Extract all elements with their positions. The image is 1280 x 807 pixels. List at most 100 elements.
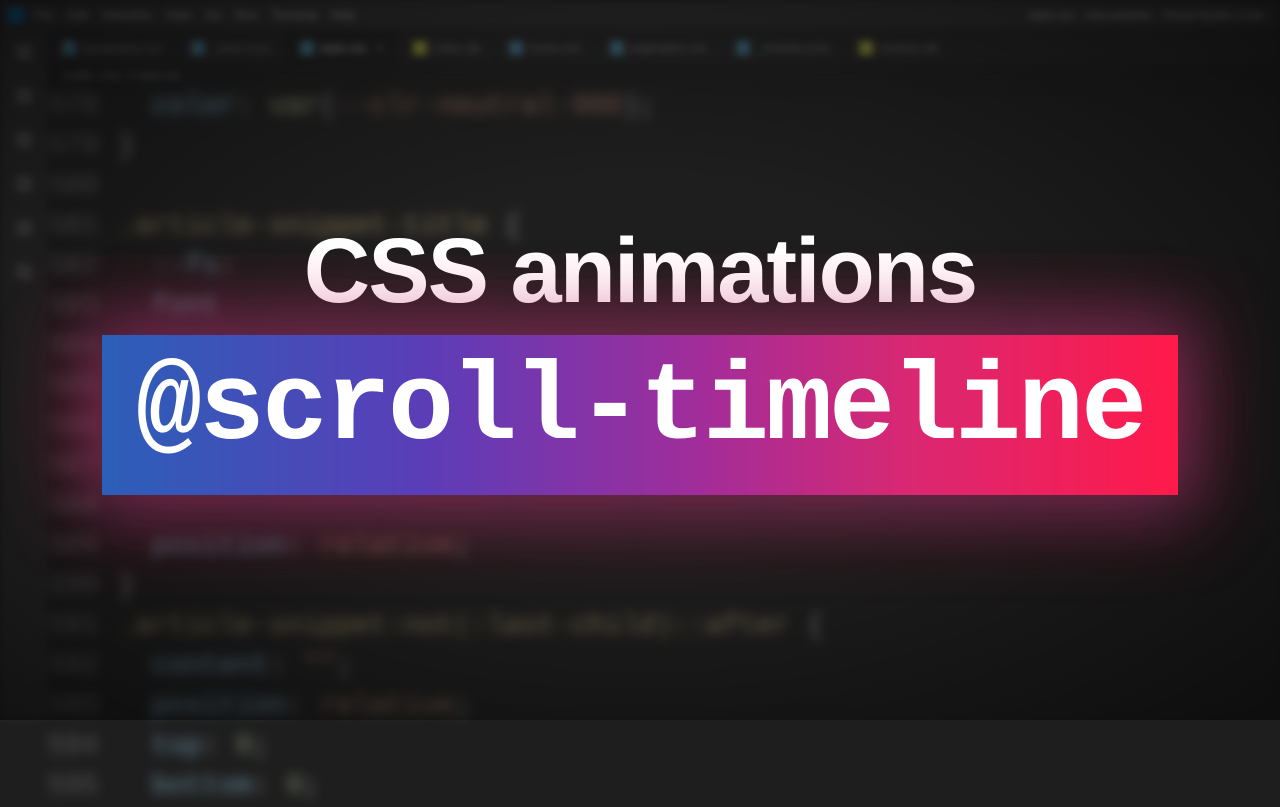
line-content[interactable]: .article-snippet-title { xyxy=(118,207,1280,247)
code-line[interactable]: 595 bottom: 0; xyxy=(48,767,1280,807)
tab-label: style.css xyxy=(320,41,366,55)
menu-go[interactable]: Go xyxy=(205,8,221,22)
account-icon[interactable] xyxy=(12,260,36,284)
line-content[interactable]: --fs: xyxy=(118,247,1280,287)
line-number: 595 xyxy=(48,767,118,807)
code-line[interactable]: 579} xyxy=(48,127,1280,167)
menu-selection[interactable]: Selection xyxy=(102,8,151,22)
search-icon[interactable] xyxy=(12,84,36,108)
code-line[interactable]: 591.article-snippet:not(:last-child)::af… xyxy=(48,607,1280,647)
line-number: 587 xyxy=(48,447,118,487)
line-content[interactable]: font xyxy=(118,287,1280,327)
line-number: 578 xyxy=(48,87,118,127)
tab-label: home.css xyxy=(529,41,580,55)
js-file-icon xyxy=(859,41,873,55)
code-line[interactable]: 583 font xyxy=(48,287,1280,327)
menu-view[interactable]: View xyxy=(165,8,191,22)
css-file-icon xyxy=(610,41,624,55)
tab-label: reviews.njk xyxy=(879,41,938,55)
title-bar: File Edit Selection View Go Run Terminal Help s… xyxy=(0,0,1280,30)
code-line[interactable]: 593 position: relative; xyxy=(48,687,1280,727)
line-number: 592 xyxy=(48,647,118,687)
code-line[interactable]: 594 top: 0; xyxy=(48,727,1280,767)
tab-label: index.njk xyxy=(433,41,480,55)
css-file-icon xyxy=(191,41,205,55)
css-file-icon xyxy=(509,41,523,55)
tab-label: _base.scss xyxy=(211,41,271,55)
line-number: 590 xyxy=(48,567,118,607)
line-number: 580 xyxy=(48,167,118,207)
tab-index-njk[interactable]: index.njk xyxy=(399,30,495,65)
code-line[interactable]: 588 xyxy=(48,487,1280,527)
menu-help[interactable]: Help xyxy=(331,8,356,22)
line-content[interactable] xyxy=(118,487,1280,527)
css-file-icon xyxy=(300,41,314,55)
tab-_base-scss[interactable]: _base.scss xyxy=(177,30,286,65)
css-file-icon xyxy=(62,41,76,55)
line-content[interactable] xyxy=(118,327,1280,367)
breadcrumb[interactable]: public › css › # style.css xyxy=(48,65,1280,87)
tab-label: pagination.css xyxy=(630,41,707,55)
tab-pagination-css[interactable]: pagination.css xyxy=(596,30,722,65)
window-title: style.css - new-website - Visual Studio … xyxy=(1028,8,1264,22)
line-content[interactable]: color: var(--clr-neutral-900); xyxy=(118,87,1280,127)
line-content[interactable] xyxy=(118,167,1280,207)
tab-typography-css[interactable]: typography.css xyxy=(48,30,177,65)
code-line[interactable]: 584 xyxy=(48,327,1280,367)
line-content[interactable] xyxy=(118,447,1280,487)
code-line[interactable]: 585 xyxy=(48,367,1280,407)
tab-_reviews-scss[interactable]: _reviews.scss xyxy=(722,30,846,65)
menu-run[interactable]: Run xyxy=(235,8,257,22)
tab-home-css[interactable]: home.css xyxy=(495,30,595,65)
line-number: 586 xyxy=(48,407,118,447)
tab-style-css[interactable]: style.css × xyxy=(286,30,399,65)
css-file-icon xyxy=(736,41,750,55)
line-number: 589 xyxy=(48,527,118,567)
line-content[interactable]: .article-snippet:not(:last-child)::after… xyxy=(118,607,1280,647)
line-number: 582 xyxy=(48,247,118,287)
tab-label: _reviews.scss xyxy=(756,41,831,55)
menu-file[interactable]: File xyxy=(34,8,53,22)
line-content[interactable]: position: relative; xyxy=(118,527,1280,567)
debug-icon[interactable] xyxy=(12,172,36,196)
line-number: 584 xyxy=(48,327,118,367)
menu-edit[interactable]: Edit xyxy=(67,8,88,22)
code-line[interactable]: 580 xyxy=(48,167,1280,207)
extensions-icon[interactable] xyxy=(12,216,36,240)
vscode-logo-icon xyxy=(8,7,24,23)
line-content[interactable] xyxy=(118,367,1280,407)
line-content[interactable]: } xyxy=(118,567,1280,607)
code-line[interactable]: 582 --fs: xyxy=(48,247,1280,287)
code-line[interactable]: 581.article-snippet-title { xyxy=(48,207,1280,247)
line-number: 593 xyxy=(48,687,118,727)
code-line[interactable]: 590} xyxy=(48,567,1280,607)
line-number: 579 xyxy=(48,127,118,167)
line-number: 588 xyxy=(48,487,118,527)
tab-reviews-njk[interactable]: reviews.njk xyxy=(845,30,953,65)
code-line[interactable]: 578 color: var(--clr-neutral-900); xyxy=(48,87,1280,127)
code-editor[interactable]: 578 color: var(--clr-neutral-900);579}58… xyxy=(48,87,1280,720)
line-content[interactable]: bottom: 0; xyxy=(118,767,1280,807)
line-content[interactable]: top: 0; xyxy=(118,727,1280,767)
menu-terminal[interactable]: Terminal xyxy=(271,8,316,22)
line-number: 594 xyxy=(48,727,118,767)
source-control-icon[interactable] xyxy=(12,128,36,152)
close-icon[interactable]: × xyxy=(376,40,384,56)
line-content[interactable] xyxy=(118,407,1280,447)
tab-label: typography.css xyxy=(82,41,162,55)
line-number: 591 xyxy=(48,607,118,647)
code-line[interactable]: 587 xyxy=(48,447,1280,487)
menu-bar: File Edit Selection View Go Run Terminal Help xyxy=(34,8,355,22)
line-number: 585 xyxy=(48,367,118,407)
line-content[interactable]: } xyxy=(118,127,1280,167)
line-content[interactable]: content: ""; xyxy=(118,647,1280,687)
editor-tabs: typography.css _base.scss style.css × index.… xyxy=(48,30,1280,65)
activity-bar xyxy=(0,30,48,720)
files-icon[interactable] xyxy=(12,40,36,64)
code-line[interactable]: 586 xyxy=(48,407,1280,447)
line-content[interactable]: position: relative; xyxy=(118,687,1280,727)
code-line[interactable]: 589 position: relative; xyxy=(48,527,1280,567)
code-line[interactable]: 592 content: ""; xyxy=(48,647,1280,687)
js-file-icon xyxy=(413,41,427,55)
line-number: 583 xyxy=(48,287,118,327)
